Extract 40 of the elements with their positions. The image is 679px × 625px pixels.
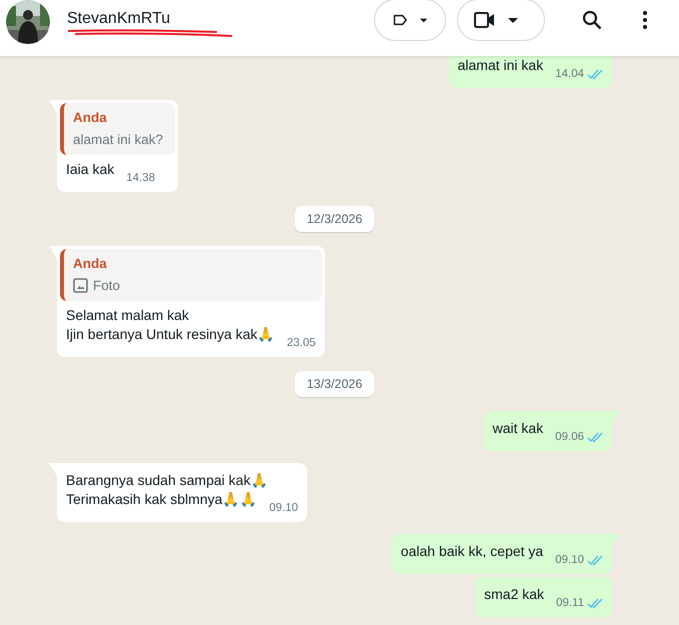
message-time: 09.11 xyxy=(556,597,584,609)
message-text: Iaia kak xyxy=(66,161,114,177)
message-text: wait kak xyxy=(492,420,544,436)
message-text: sma2 kak xyxy=(484,586,544,602)
date-separator: 13/3/2026 xyxy=(294,371,374,397)
search-icon xyxy=(582,10,602,30)
message-bubble[interactable]: Anda Foto Selamat malam kak Ijin bertanya Untuk resinya kak🙏 23.05 xyxy=(57,246,325,357)
message-bubble[interactable]: Anda alamat ini kak? Iaia kak 14.38 xyxy=(57,100,178,192)
quote-text: alamat ini kak? xyxy=(73,131,164,148)
message-bubble[interactable]: alamat ini kak 14.04 xyxy=(448,56,612,88)
quote-author: Anda xyxy=(73,109,108,126)
quote-text: Foto xyxy=(93,277,120,294)
image-icon xyxy=(73,278,88,293)
quoted-message[interactable]: Anda Foto xyxy=(60,249,322,301)
caret-icon xyxy=(420,18,427,22)
message-time: 09.10 xyxy=(555,554,584,566)
label-icon xyxy=(393,12,408,28)
caret-icon xyxy=(508,18,518,22)
message-bubble[interactable]: wait kak 09.06 xyxy=(484,411,612,451)
contact-name[interactable]: StevanKmRTu xyxy=(67,10,170,27)
avatar[interactable] xyxy=(6,0,50,44)
quote-author: Anda xyxy=(73,255,108,272)
message-text: oalah baik kk, cepet ya xyxy=(400,543,544,559)
video-call-button[interactable] xyxy=(457,0,545,41)
message-bubble[interactable]: oalah baik kk, cepet ya 09.10 xyxy=(392,534,612,574)
label-button[interactable] xyxy=(374,0,446,41)
message-text: Barangnya sudah sampai kak🙏 Terimakasih kak sblmnya🙏🙏 xyxy=(66,472,268,507)
message-time: 23.05 xyxy=(286,337,316,349)
message-time: 14.38 xyxy=(126,172,156,184)
message-time: 09.10 xyxy=(269,502,298,514)
quoted-message[interactable]: Anda alamat ini kak? xyxy=(60,103,176,155)
date-separator: 12/3/2026 xyxy=(294,206,374,232)
message-text: alamat ini kak xyxy=(458,57,544,73)
message-time: 09.06 xyxy=(555,431,584,443)
message-bubble[interactable]: Barangnya sudah sampai kak🙏 Terimakasih kak sblmnya🙏🙏 09.10 xyxy=(57,463,308,522)
message-time: 14.04 xyxy=(555,68,584,80)
message-bubble[interactable]: sma2 kak 09.11 xyxy=(475,577,612,617)
video-camera-icon xyxy=(474,12,496,28)
menu-icon xyxy=(643,11,647,29)
message-text: Selamat malam kak Ijin bertanya Untuk resinya kak🙏 xyxy=(66,307,275,342)
